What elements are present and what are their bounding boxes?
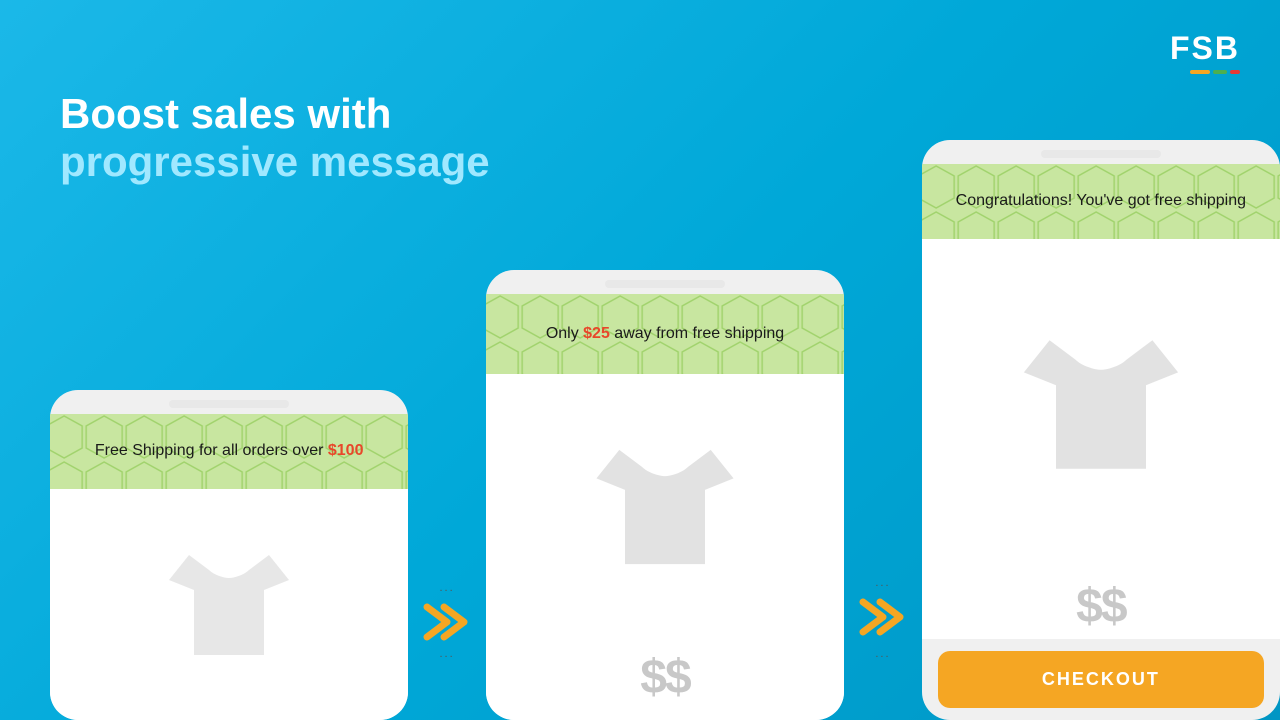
arrow-1-dots-bottom: ... [440, 648, 455, 660]
phone-3-dollar-area: $$ [922, 569, 1280, 639]
phone-1-banner: Free Shipping for all orders over $100 [50, 414, 408, 489]
phone-2-banner: Only $25 away from free shipping [486, 294, 844, 374]
phone-2-banner-before: Only [546, 325, 583, 342]
logo-bar-1 [1190, 70, 1210, 74]
phone-1-tshirt-area [50, 489, 408, 720]
phone-1-banner-before: Free Shipping for all orders over [95, 442, 328, 459]
phone-2-banner-highlight: $25 [583, 325, 610, 342]
logo-underline [1190, 70, 1240, 74]
arrow-2-svg [858, 597, 908, 637]
phone-3-tshirt-icon [1011, 327, 1191, 482]
phone-3-notch [1041, 150, 1161, 158]
arrow-2-dots-top: ... [875, 577, 890, 589]
phone-2-banner-after: away from free shipping [610, 325, 784, 342]
phone-1: Free Shipping for all orders over $100 [50, 390, 408, 720]
phone-3-tshirt-area [922, 239, 1280, 569]
phone-3: Congratulations! You've got free shippin… [922, 140, 1280, 720]
arrow-1-chevron [422, 602, 472, 642]
arrow-2-dots-bottom: ... [875, 648, 890, 660]
phones-container: Free Shipping for all orders over $100 .… [50, 140, 1280, 720]
phone-2-dollar-text: $$ [640, 650, 689, 705]
phone-2-dollar-area: $$ [486, 640, 844, 720]
headline-line1: Boost sales with [60, 90, 490, 138]
phone-1-banner-text: Free Shipping for all orders over $100 [75, 440, 384, 462]
phone-1-notch [169, 400, 289, 408]
arrow-2-chevron [858, 597, 908, 642]
phone-2-banner-text: Only $25 away from free shipping [526, 323, 804, 345]
logo-text: FSB [1170, 30, 1240, 67]
arrow-1-group: ... ... [408, 582, 485, 720]
arrow-1-dots-top: ... [440, 582, 455, 594]
phone-2-notch [605, 280, 725, 288]
phone-2-tshirt-area [486, 374, 844, 640]
phone-3-dollar-text: $$ [1076, 579, 1125, 634]
logo-bar-3 [1230, 70, 1240, 74]
phone-1-tshirt-icon [159, 545, 299, 665]
phone-2-tshirt-icon [585, 437, 745, 577]
phone-3-banner-text: Congratulations! You've got free shippin… [936, 190, 1266, 212]
phone-3-banner: Congratulations! You've got free shippin… [922, 164, 1280, 239]
logo: FSB [1170, 30, 1240, 74]
arrow-2-group: ... ... [844, 577, 921, 720]
arrow-1-svg [422, 602, 472, 642]
checkout-button[interactable]: CHECKOUT [938, 651, 1264, 708]
phone-1-banner-highlight: $100 [328, 442, 364, 459]
logo-bar-2 [1213, 70, 1227, 74]
phone-2: Only $25 away from free shipping $$ [486, 270, 844, 720]
